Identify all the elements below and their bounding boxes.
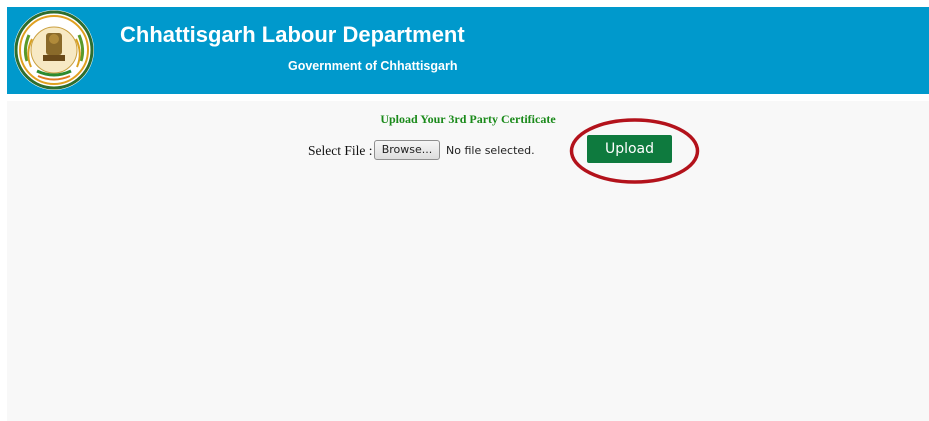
site-subtitle: Government of Chhattisgarh (288, 59, 458, 73)
file-status-text: No file selected. (446, 144, 535, 157)
state-emblem-icon (14, 10, 94, 90)
site-header: Chhattisgarh Labour Department Governmen… (7, 7, 929, 94)
upload-heading: Upload Your 3rd Party Certificate (380, 112, 556, 126)
site-title: Chhattisgarh Labour Department (120, 22, 465, 47)
upload-button[interactable]: Upload (587, 135, 672, 163)
select-file-label: Select File : (308, 143, 373, 158)
browse-button[interactable]: Browse... (374, 140, 440, 160)
upload-panel: Upload Your 3rd Party Certificate Select… (7, 101, 929, 421)
header-divider (7, 94, 929, 101)
